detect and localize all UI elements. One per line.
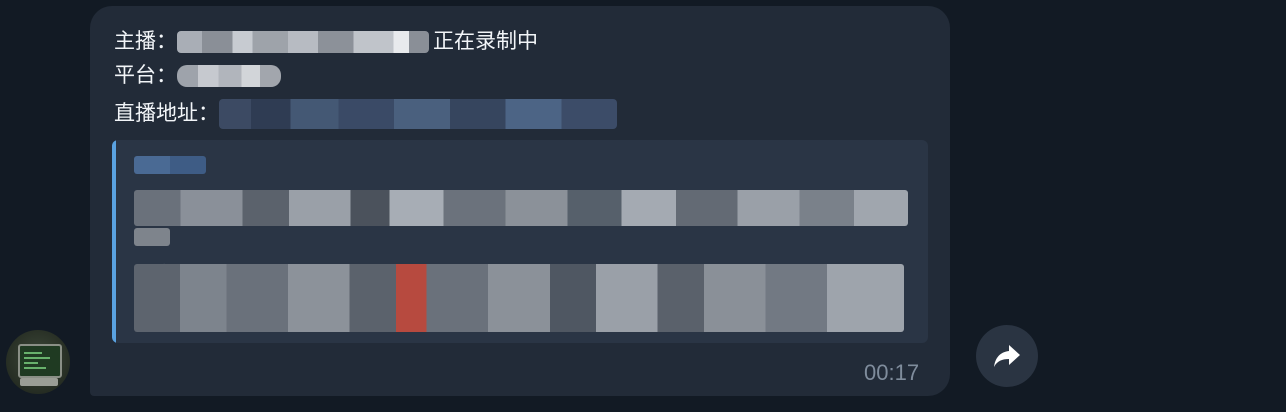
url-line: 直播地址：	[114, 98, 617, 130]
preview-title-line2-redacted	[134, 228, 170, 246]
url-redacted[interactable]	[219, 99, 617, 130]
preview-title-redacted	[134, 190, 908, 226]
url-label[interactable]: 直播地址：	[114, 101, 219, 125]
platform-redacted	[177, 65, 281, 88]
forward-arrow-icon	[994, 345, 1020, 367]
message-timestamp: 00:17	[864, 360, 920, 385]
forward-button[interactable]	[976, 325, 1038, 387]
platform-label: 平台：	[114, 63, 177, 87]
preview-accent-bar	[112, 140, 116, 343]
sender-avatar[interactable]	[6, 330, 70, 394]
preview-description-redacted	[134, 264, 904, 332]
streamer-line: 主播： 正在录制中	[114, 26, 538, 56]
recording-status: 正在录制中	[433, 29, 538, 53]
keyboard-icon	[20, 378, 58, 386]
link-preview-card[interactable]: 抖音	[112, 140, 928, 343]
platform-line: 平台：	[114, 60, 281, 90]
terminal-icon	[18, 344, 62, 378]
preview-site-name-redacted	[134, 156, 206, 174]
streamer-label: 主播：	[114, 29, 177, 53]
streamer-name-redacted	[177, 31, 429, 54]
